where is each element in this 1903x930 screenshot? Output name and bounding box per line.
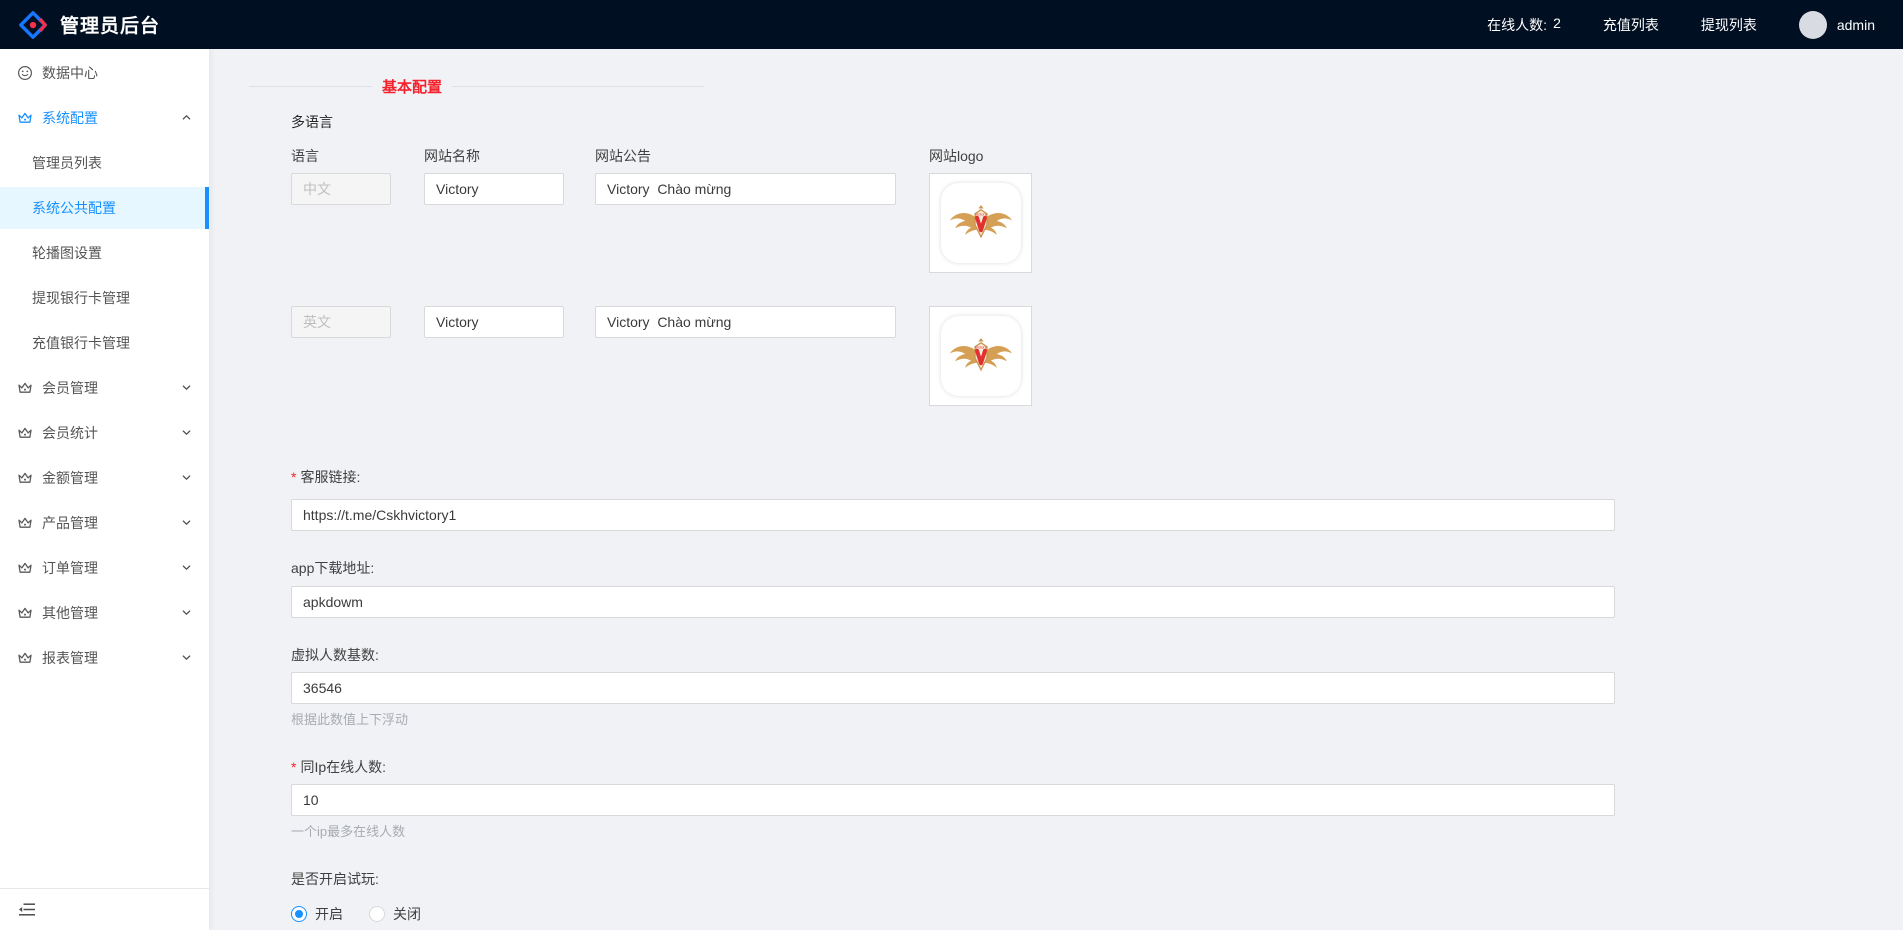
crown-icon — [17, 515, 34, 532]
same-ip-label: * 同Ip在线人数: — [291, 757, 1903, 777]
page-title: 管理员后台 — [60, 11, 160, 38]
sidebar-item-product-management[interactable]: 产品管理 — [0, 502, 209, 544]
multilang-title: 多语言 — [291, 112, 1903, 132]
sidebar: 数据中心 系统配置 管理员列表 系统公共配置 轮播图设置 提 — [0, 49, 209, 930]
avatar[interactable] — [1799, 11, 1827, 39]
crown-icon — [17, 650, 34, 667]
sidebar-item-order-management[interactable]: 订单管理 — [0, 547, 209, 589]
trial-label: 是否开启试玩: — [291, 869, 1903, 889]
sidebar-item-other-management[interactable]: 其他管理 — [0, 592, 209, 634]
chevron-down-icon — [181, 605, 192, 621]
chevron-down-icon — [181, 470, 192, 486]
recharge-list-link[interactable]: 充值列表 — [1603, 15, 1659, 35]
app-download-label: app下载地址: — [291, 558, 1903, 578]
withdraw-list-link[interactable]: 提现列表 — [1701, 15, 1757, 35]
announcement-input-en[interactable] — [595, 306, 896, 338]
multilang-column-headers: 语言 网站名称 网站公告 网站logo — [291, 146, 1903, 166]
chevron-down-icon — [181, 515, 192, 531]
same-ip-hint: 一个ip最多在线人数 — [291, 821, 1903, 840]
virtual-users-label: 虚拟人数基数: — [291, 645, 1903, 665]
sidebar-item-label: 数据中心 — [42, 63, 98, 83]
sidebar-item-member-management[interactable]: 会员管理 — [0, 367, 209, 409]
col-site-logo: 网站logo — [929, 146, 983, 166]
radio-selected-icon — [291, 906, 307, 922]
sidebar-item-label: 系统配置 — [42, 108, 98, 128]
col-language: 语言 — [291, 146, 391, 166]
sidebar-item-report-management[interactable]: 报表管理 — [0, 637, 209, 679]
sidebar-item-system-config[interactable]: 系统配置 — [0, 97, 209, 139]
app-logo-diamond-icon — [18, 10, 48, 40]
online-count: 在线人数:2 — [1487, 15, 1561, 35]
crown-icon — [17, 380, 34, 397]
sidebar-subitem-carousel-settings[interactable]: 轮播图设置 — [0, 232, 209, 274]
required-mark: * — [291, 759, 296, 775]
sidebar-subitem-recharge-bankcard[interactable]: 充值银行卡管理 — [0, 322, 209, 364]
user-menu[interactable]: admin — [1799, 11, 1875, 39]
trial-radio-group: 开启 关闭 — [291, 904, 1903, 924]
crown-icon — [17, 470, 34, 487]
site-name-input-en[interactable] — [424, 306, 564, 338]
site-logo-upload-en[interactable]: victory — [929, 306, 1032, 406]
announcement-input-zh[interactable] — [595, 173, 896, 205]
service-link-label: * 客服链接: — [291, 467, 1903, 487]
sidebar-subitem-system-public-config[interactable]: 系统公共配置 — [0, 187, 209, 229]
sidebar-item-data-center[interactable]: 数据中心 — [0, 52, 209, 94]
col-announcement: 网站公告 — [595, 146, 896, 166]
chevron-down-icon — [181, 560, 192, 576]
language-input-en — [291, 306, 391, 338]
sidebar-subitem-admin-list[interactable]: 管理员列表 — [0, 142, 209, 184]
multilang-row-en: victory — [291, 306, 1903, 406]
top-header: 管理员后台 在线人数:2 充值列表 提现列表 admin — [0, 0, 1903, 49]
chevron-down-icon — [181, 650, 192, 666]
main-content: 基本配置 多语言 语言 网站名称 网站公告 网站logo — [209, 49, 1903, 930]
menu-fold-icon — [18, 902, 36, 917]
site-logo-upload-zh[interactable]: victory — [929, 173, 1032, 273]
sidebar-item-member-statistics[interactable]: 会员统计 — [0, 412, 209, 454]
same-ip-input[interactable] — [291, 784, 1615, 816]
victory-logo-image: victory — [941, 316, 1021, 396]
crown-icon — [17, 110, 34, 127]
multilang-row-zh: victory — [291, 173, 1903, 273]
app-download-input[interactable] — [291, 586, 1615, 618]
radio-unselected-icon — [369, 906, 385, 922]
chevron-down-icon — [181, 425, 192, 441]
username: admin — [1837, 17, 1875, 33]
chevron-down-icon — [181, 380, 192, 396]
site-name-input-zh[interactable] — [424, 173, 564, 205]
crown-icon — [17, 425, 34, 442]
victory-logo-image: victory — [941, 183, 1021, 263]
virtual-users-hint: 根据此数值上下浮动 — [291, 709, 1903, 728]
section-title: 基本配置 — [382, 76, 442, 97]
required-mark: * — [291, 469, 296, 485]
brand: 管理员后台 — [18, 10, 160, 40]
col-site-name: 网站名称 — [424, 146, 564, 166]
smiley-icon — [17, 65, 34, 82]
crown-icon — [17, 605, 34, 622]
virtual-users-input[interactable] — [291, 672, 1615, 704]
crown-icon — [17, 560, 34, 577]
section-divider: 基本配置 — [249, 76, 1903, 97]
trial-on-radio[interactable]: 开启 — [291, 904, 343, 924]
service-link-input[interactable] — [291, 499, 1615, 531]
trial-off-radio[interactable]: 关闭 — [369, 904, 421, 924]
sidebar-collapse-toggle[interactable] — [0, 888, 209, 930]
chevron-up-icon — [181, 110, 192, 126]
sidebar-subitem-withdraw-bankcard[interactable]: 提现银行卡管理 — [0, 277, 209, 319]
language-input-zh — [291, 173, 391, 205]
sidebar-item-amount-management[interactable]: 金额管理 — [0, 457, 209, 499]
